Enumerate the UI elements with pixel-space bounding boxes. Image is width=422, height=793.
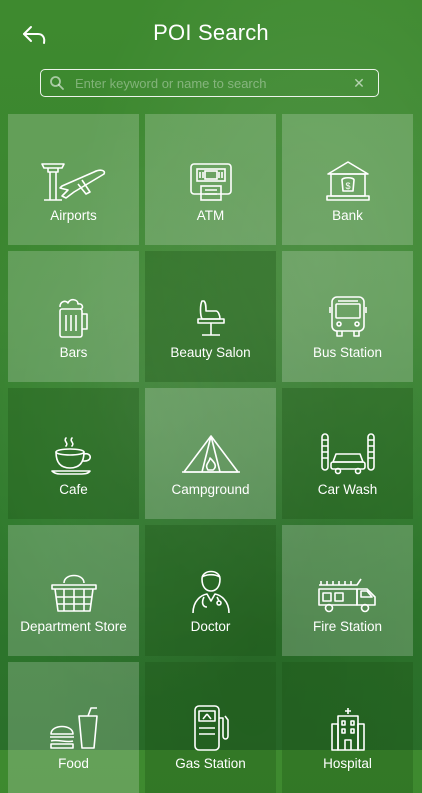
category-label: Department Store [20,619,127,634]
coffee-cup-icon [50,437,91,475]
category-tile-campground[interactable]: Campground [145,388,276,519]
category-label: Bus Station [312,345,383,360]
hospital-building-icon [330,708,365,751]
category-label: Beauty Salon [170,345,251,360]
search-bar: ✕ [40,69,379,97]
category-tile-doctor[interactable]: Doctor [145,525,276,656]
shopping-basket-icon [50,574,97,612]
category-tile-airports[interactable]: Airports [8,114,139,245]
fire-truck-icon [317,578,376,613]
category-label: Bars [59,345,88,360]
category-label: ATM [196,208,225,223]
category-tile-cafe[interactable]: Cafe [8,388,139,519]
fast-food-icon [49,707,98,749]
beer-mug-icon [58,298,88,338]
category-label: Airports [50,208,97,223]
doctor-icon [191,570,230,614]
category-label: Car Wash [317,482,378,497]
search-input[interactable] [75,75,348,91]
category-label: Campground [171,482,250,497]
category-tile-bus-station[interactable]: Bus Station [282,251,413,382]
category-tile-bars[interactable]: Bars [8,251,139,382]
tent-icon [181,435,240,473]
category-grid: Airports ATM $ Bank Bars Beauty Salon Bu… [8,114,414,793]
atm-icon [189,163,232,201]
category-label: Bank [332,208,363,223]
bank-icon: $ [325,161,370,201]
category-label: Fire Station [312,619,383,634]
category-tile-food[interactable]: Food [8,662,139,793]
clear-search-button[interactable]: ✕ [348,75,370,92]
category-label: Gas Station [175,756,246,771]
airport-icon [40,163,105,201]
car-wash-icon [320,433,375,475]
category-label: Hospital [323,756,372,771]
category-tile-atm[interactable]: ATM [145,114,276,245]
category-tile-hospital[interactable]: Hospital [282,662,413,793]
svg-text:$: $ [345,181,350,191]
gas-pump-icon [193,705,229,751]
category-tile-beauty-salon[interactable]: Beauty Salon [145,251,276,382]
category-tile-department-store[interactable]: Department Store [8,525,139,656]
bus-icon [328,296,367,337]
header: POI Search [0,0,422,68]
search-icon [50,76,64,90]
category-tile-gas-station[interactable]: Gas Station [145,662,276,793]
category-tile-fire-station[interactable]: Fire Station [282,525,413,656]
salon-chair-icon [196,300,225,336]
category-label: Doctor [190,619,231,634]
page-title: POI Search [153,20,269,45]
category-label: Cafe [59,482,88,497]
category-tile-bank[interactable]: $ Bank [282,114,413,245]
category-label: Food [58,756,89,771]
category-tile-car-wash[interactable]: Car Wash [282,388,413,519]
